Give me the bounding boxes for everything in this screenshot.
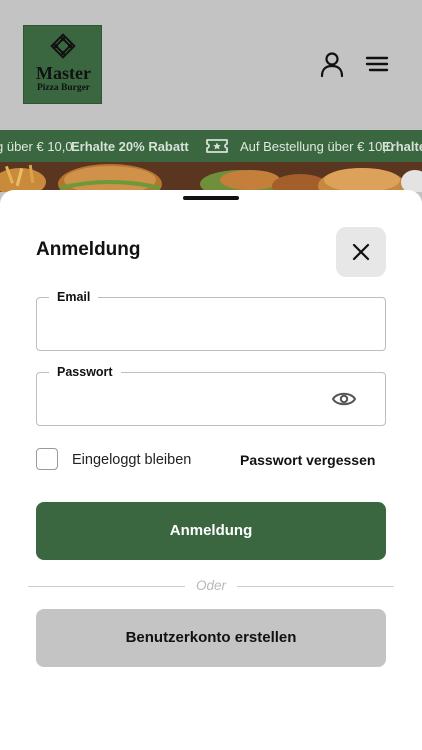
hamburger-menu-icon[interactable] <box>363 50 391 78</box>
password-field[interactable]: Passwort <box>36 365 386 426</box>
user-icon[interactable] <box>318 50 346 78</box>
logo-emblem: Master Pizza Burger <box>36 33 91 93</box>
divider-line-right <box>237 586 394 587</box>
login-sheet: Anmeldung Email Passwort Eingeloggt blei… <box>0 190 422 750</box>
promo-text: g über € 10,0 <box>0 139 73 154</box>
email-label: Email <box>49 290 99 304</box>
sheet-title: Anmeldung <box>36 239 141 260</box>
site-header: Master Pizza Burger <box>0 0 422 130</box>
promo-text: Erhalte 20% Rabatt <box>71 139 189 154</box>
logo-line2: Pizza Burger <box>37 83 91 93</box>
close-icon <box>352 243 370 261</box>
hero-food-image <box>0 162 422 192</box>
email-field[interactable]: Email <box>36 290 386 351</box>
remember-me-label: Eingeloggt bleiben <box>72 452 192 468</box>
forgot-password-link[interactable]: Passwort vergessen <box>240 452 375 468</box>
register-button[interactable]: Benutzerkonto erstellen <box>36 609 386 667</box>
promo-ticker: g über € 10,0 Erhalte 20% Rabatt Auf Bes… <box>0 130 422 162</box>
promo-text: Erhalte <box>382 139 422 154</box>
password-label: Passwort <box>49 365 121 379</box>
sheet-drag-handle[interactable] <box>183 196 239 200</box>
remember-me-checkbox[interactable] <box>36 448 58 470</box>
ticket-star-icon <box>206 139 228 153</box>
eye-icon[interactable] <box>331 389 357 409</box>
brand-logo[interactable]: Master Pizza Burger <box>23 25 102 104</box>
close-button[interactable] <box>336 227 386 277</box>
login-button[interactable]: Anmeldung <box>36 502 386 560</box>
password-input[interactable] <box>51 389 331 411</box>
email-input[interactable] <box>51 314 331 336</box>
logo-line1: Master <box>36 63 91 83</box>
divider-line-left <box>28 586 185 587</box>
divider-text: Oder <box>195 578 226 593</box>
promo-text: Auf Bestellung über € 10,0 <box>240 139 394 154</box>
